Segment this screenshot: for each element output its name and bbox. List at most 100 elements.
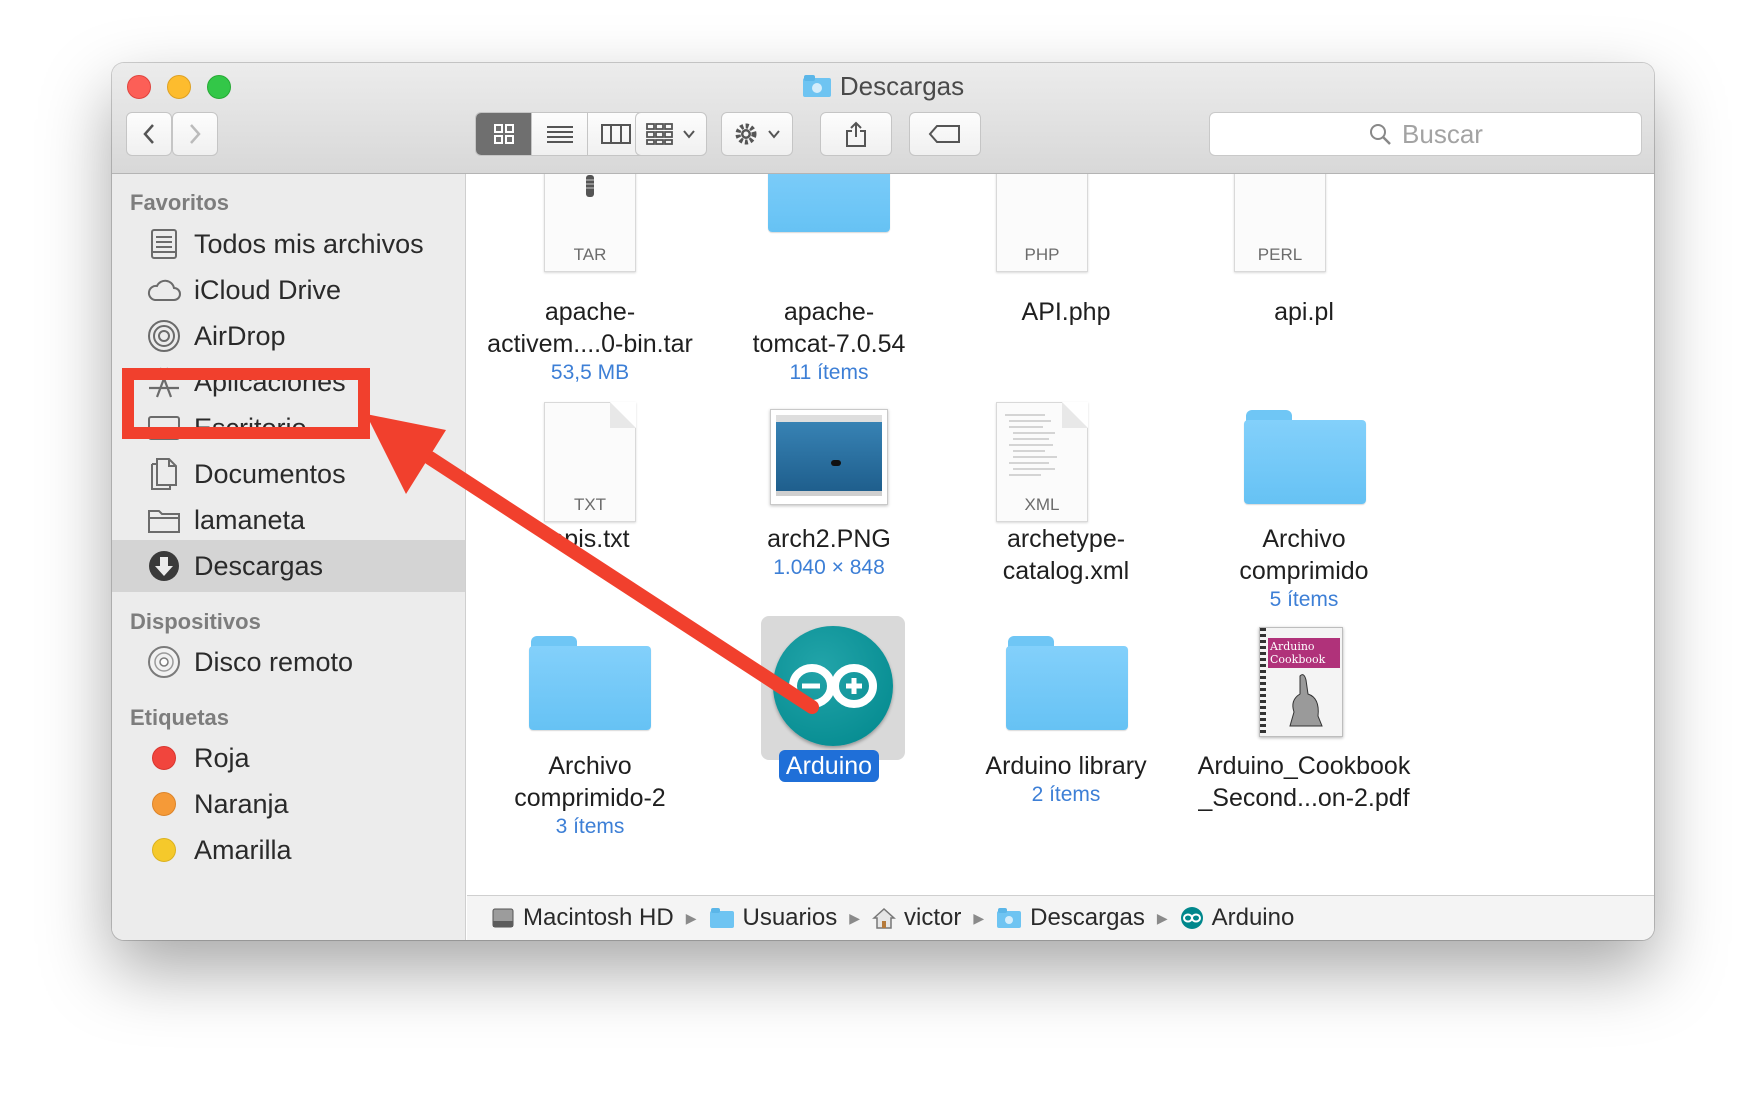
path-segment-macintosh-hd[interactable]: Macintosh HD [491, 904, 674, 932]
share-icon [846, 121, 866, 147]
tar-file-icon: TAR [544, 174, 636, 272]
php-file-icon: PHP [996, 174, 1088, 272]
file-name: Archivo comprimido [1239, 525, 1369, 585]
arduino-app-icon [773, 626, 893, 746]
chevron-down-icon [683, 130, 695, 139]
list-view-icon [546, 126, 573, 143]
xml-file-icon: XML [996, 402, 1088, 522]
file-item-api-php[interactable]: API.php [946, 296, 1186, 328]
yellow-tag-dot [152, 838, 176, 862]
path-label: victor [903, 904, 962, 931]
path-segment-usuarios[interactable]: Usuarios [709, 904, 838, 932]
file-name: apache- activem....0-bin.tar [487, 298, 693, 358]
file-item-archivo-comprimido-2[interactable]: Archivo comprimido-2 3 ítems [470, 750, 710, 840]
forward-button[interactable] [172, 112, 218, 156]
path-segment-descargas[interactable]: Descargas [996, 904, 1145, 932]
annotation-highlight-box [122, 368, 370, 439]
chevron-left-icon [143, 124, 154, 144]
sidebar-item-documents[interactable]: Documentos [112, 448, 465, 500]
tag-dot-icon [144, 738, 184, 778]
file-name: apache- tomcat-7.0.54 [752, 298, 906, 358]
file-name: apis.txt [550, 525, 630, 553]
file-item-arduino-cookbook[interactable]: Arduino_Cookbook _Second...on-2.pdf [1184, 750, 1424, 814]
sidebar-item-label: Todos mis archivos [194, 228, 424, 259]
file-item-apache-activemq[interactable]: apache- activem....0-bin.tar 53,5 MB [470, 296, 710, 386]
sidebar-item-label: Naranja [194, 788, 289, 819]
folder-icon [1006, 636, 1128, 730]
file-item-arduino[interactable]: Arduino [709, 750, 949, 782]
file-name: API.php [1021, 298, 1111, 326]
file-item-archivo-comprimido[interactable]: Archivo comprimido 5 ítems [1184, 523, 1424, 613]
back-button[interactable] [126, 112, 172, 156]
share-button[interactable] [820, 112, 892, 156]
arduino-icon [1180, 907, 1203, 929]
file-item-arduino-library[interactable]: Arduino library 2 ítems [946, 750, 1186, 808]
home-icon [872, 907, 896, 929]
path-label: Arduino [1211, 904, 1295, 931]
list-view-button[interactable] [532, 113, 588, 155]
sidebar-item-airdrop[interactable]: AirDrop [112, 310, 465, 362]
sidebar-item-label: lamaneta [194, 504, 306, 535]
search-field[interactable]: Buscar [1209, 112, 1642, 156]
sidebar-item-remote-disc[interactable]: Disco remoto [112, 636, 465, 688]
window-title: Descargas [839, 71, 965, 101]
file-browser-content: TAR apache- activem....0-bin.tar 53,5 MB… [467, 174, 1654, 895]
sidebar-item-icloud-drive[interactable]: iCloud Drive [112, 264, 465, 316]
txt-file-icon: TXT [544, 402, 636, 522]
sidebar-tag-yellow[interactable]: Amarilla [112, 824, 465, 876]
sidebar-item-label: iCloud Drive [194, 274, 342, 305]
sidebar-item-label: Disco remoto [194, 646, 354, 677]
downloads-folder-icon [802, 74, 832, 105]
path-separator-icon: ▶ [1156, 909, 1168, 926]
folder-icon [529, 636, 651, 730]
pdf-cover-thumbnail: Arduino Cookbook [1259, 627, 1343, 737]
action-menu-button[interactable] [721, 112, 793, 156]
cloud-icon [144, 270, 184, 310]
chevron-right-icon [190, 124, 201, 144]
search-icon [1370, 124, 1391, 145]
window-title-area: Descargas [112, 71, 1654, 105]
pdf-cover-title: Arduino Cookbook [1268, 638, 1340, 668]
file-extension: XML [1024, 495, 1060, 514]
sidebar-item-label: AirDrop [194, 320, 286, 351]
sidebar-tag-orange[interactable]: Naranja [112, 778, 465, 830]
sidebar-item-downloads[interactable]: Descargas [112, 540, 465, 592]
search-placeholder: Buscar [1402, 118, 1483, 149]
folder-icon [768, 174, 890, 232]
file-name: api.pl [1274, 298, 1334, 326]
file-item-apis-txt[interactable]: apis.txt [470, 523, 710, 555]
sidebar-item-label: Documentos [194, 458, 346, 489]
path-segment-victor[interactable]: victor [872, 904, 961, 932]
file-item-arch2-png[interactable]: arch2.PNG 1.040 × 848 [709, 523, 949, 581]
sidebar-item-lamaneta[interactable]: lamaneta [112, 494, 465, 546]
sidebar-item-all-files[interactable]: Todos mis archivos [112, 218, 465, 270]
icon-view-button[interactable] [476, 113, 532, 155]
perl-file-icon: PERL [1234, 174, 1326, 272]
path-label: Usuarios [742, 904, 838, 931]
downloads-folder-icon [997, 908, 1022, 928]
path-segment-arduino[interactable]: Arduino [1180, 904, 1295, 932]
file-item-apache-tomcat[interactable]: apache- tomcat-7.0.54 11 ítems [709, 296, 949, 386]
file-item-api-pl[interactable]: api.pl [1184, 296, 1424, 328]
sidebar-heading-favorites: Favoritos [130, 190, 230, 215]
title-bar: Descargas Buscar [112, 63, 1654, 174]
file-info: 5 ítems [1269, 588, 1339, 611]
sidebar-item-label: Amarilla [194, 834, 292, 865]
file-item-archetype-catalog[interactable]: archetype- catalog.xml [946, 523, 1186, 587]
sidebar-tag-red[interactable]: Roja [112, 732, 465, 784]
hard-drive-icon [492, 908, 514, 928]
file-extension: TAR [573, 245, 607, 264]
file-name: Arduino [778, 750, 880, 782]
file-extension: PHP [1024, 245, 1060, 264]
file-info: 11 ítems [789, 361, 869, 384]
arrange-button[interactable] [635, 112, 707, 156]
folder-icon [1244, 410, 1366, 504]
file-extension: PERL [1257, 245, 1303, 264]
disc-icon [144, 642, 184, 682]
icon-view-icon [493, 124, 514, 144]
folder-icon [144, 500, 184, 540]
gear-icon [735, 123, 757, 145]
tags-button[interactable] [909, 112, 981, 156]
sidebar-item-label: Descargas [194, 550, 324, 581]
sidebar: Favoritos Todos mis archivos iCloud Driv… [112, 174, 466, 940]
